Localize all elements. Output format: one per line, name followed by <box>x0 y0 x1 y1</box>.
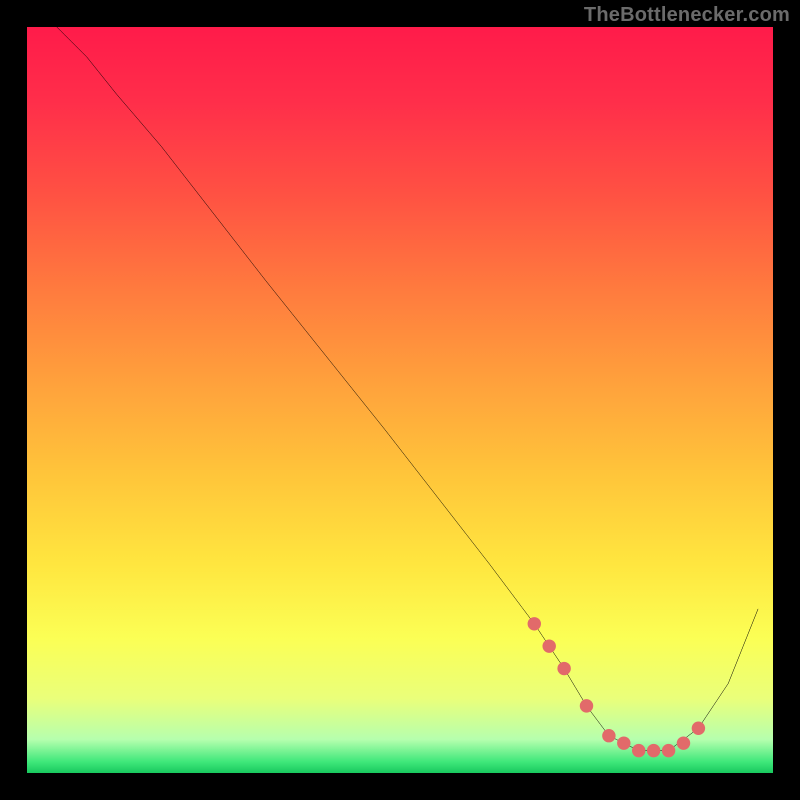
gradient-background <box>27 27 773 773</box>
chart-stage: TheBottlenecker.com <box>0 0 800 800</box>
valley-marker <box>557 662 570 675</box>
watermark-text: TheBottlenecker.com <box>584 4 790 27</box>
valley-marker <box>647 744 660 757</box>
valley-marker <box>602 729 615 742</box>
plot-area <box>27 27 773 773</box>
valley-marker <box>617 736 630 749</box>
valley-marker <box>528 617 541 630</box>
valley-marker <box>580 699 593 712</box>
valley-marker <box>542 639 555 652</box>
valley-marker <box>632 744 645 757</box>
plot-frame <box>24 24 776 776</box>
valley-marker <box>662 744 675 757</box>
valley-marker <box>692 722 705 735</box>
valley-marker <box>677 736 690 749</box>
chart-svg <box>27 27 773 773</box>
